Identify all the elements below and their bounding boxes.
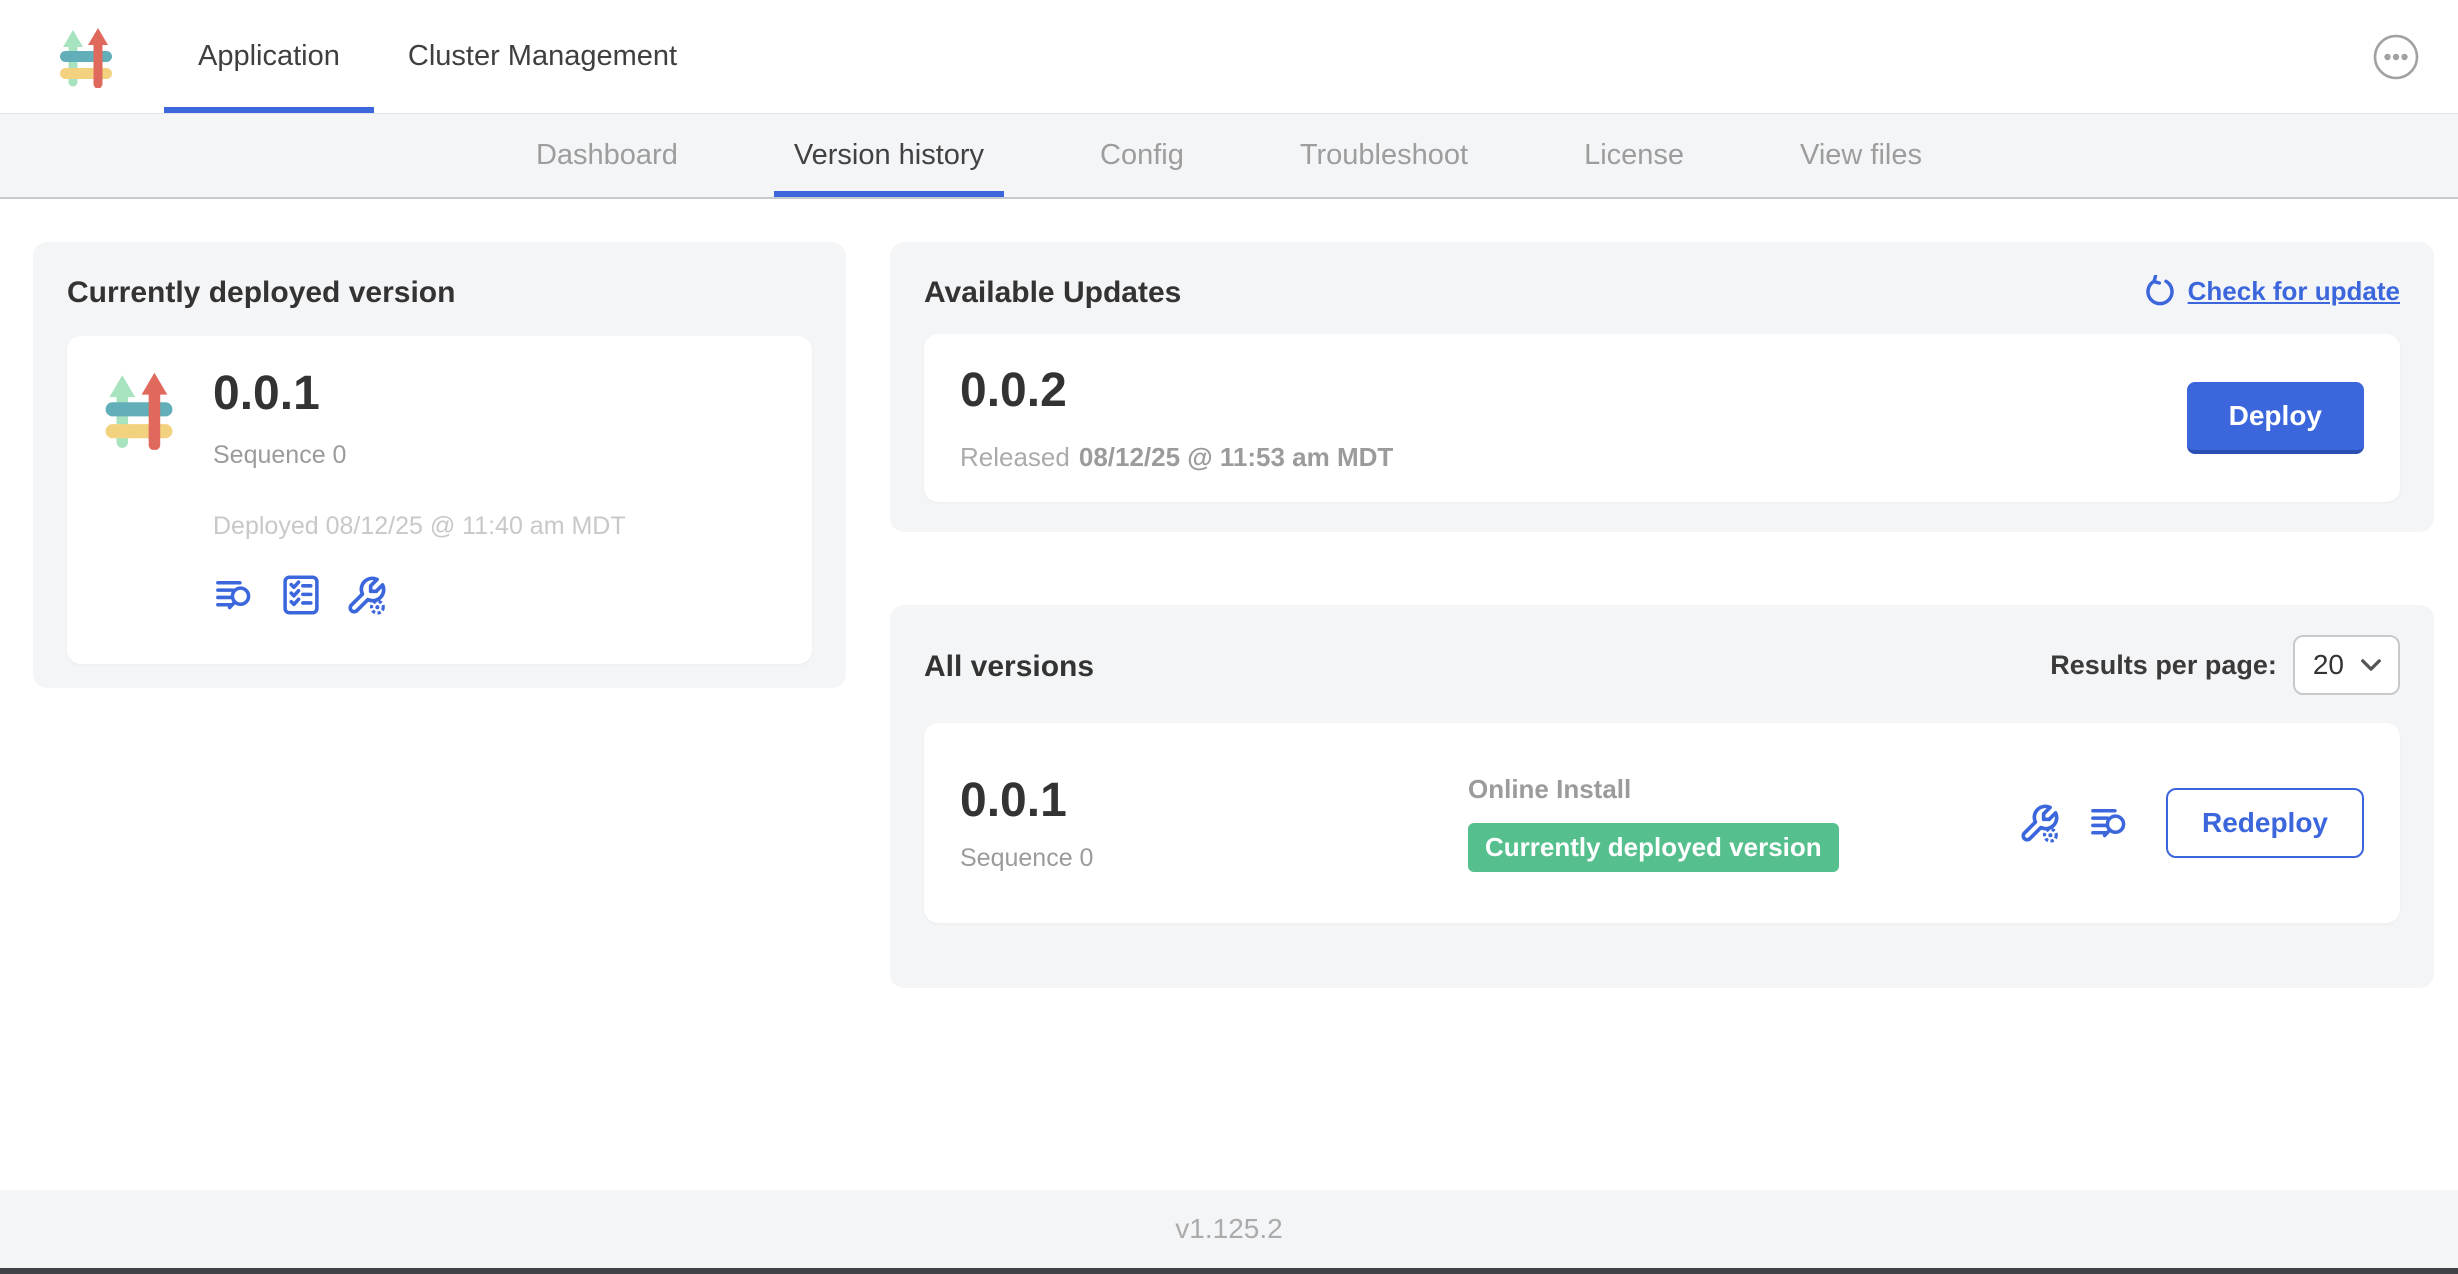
update-version-meta: 0.0.2 Released 08/12/25 @ 11:53 am MDT	[960, 363, 1393, 473]
results-per-page: Results per page: 20	[2050, 635, 2400, 695]
all-versions-header: All versions Results per page: 20	[924, 635, 2400, 695]
subtab-config[interactable]: Config	[1080, 114, 1204, 197]
update-version-number: 0.0.2	[960, 363, 1393, 418]
top-nav-tabs: Application Cluster Management	[164, 0, 711, 113]
subtab-troubleshoot-label: Troubleshoot	[1300, 139, 1468, 172]
subtab-license[interactable]: License	[1564, 114, 1704, 197]
check-for-update-label: Check for update	[2188, 276, 2400, 307]
all-versions-title: All versions	[924, 650, 1094, 684]
lines-magnifier-icon	[213, 573, 257, 617]
row-actions: Redeploy	[2018, 788, 2364, 858]
subtab-license-label: License	[1584, 139, 1684, 172]
main-content: Currently deployed version 0.0.1 Sequenc…	[0, 199, 2458, 1190]
bottom-strip	[0, 1268, 2458, 1274]
preflight-checks-button[interactable]	[279, 573, 323, 617]
row-install-meta: Online Install Currently deployed versio…	[1468, 774, 2018, 872]
redeploy-button[interactable]: Redeploy	[2166, 788, 2364, 858]
page-size-select[interactable]: 20	[2293, 635, 2400, 695]
kots-admin-console: Application Cluster Management Dashboard…	[0, 0, 2458, 1274]
deployed-timestamp: Deployed 08/12/25 @ 11:40 am MDT	[213, 512, 626, 541]
released-prefix: Released	[960, 442, 1070, 473]
console-version-label: v1.125.2	[1175, 1213, 1282, 1245]
release-notes-button[interactable]	[213, 573, 257, 617]
row-sequence: Sequence 0	[960, 844, 1468, 873]
install-type-label: Online Install	[1468, 774, 2018, 805]
top-nav: Application Cluster Management	[0, 0, 2458, 113]
app-version-logo-icon	[103, 370, 175, 450]
check-for-update-link[interactable]: Check for update	[2144, 275, 2400, 307]
currently-deployed-card: Currently deployed version 0.0.1 Sequenc…	[33, 242, 846, 688]
wrench-gear-icon	[345, 573, 389, 617]
row-version-number: 0.0.1	[960, 773, 1468, 828]
available-updates-title: Available Updates	[924, 276, 1181, 310]
tab-application-label: Application	[198, 40, 340, 73]
available-updates-header: Available Updates Check for update	[924, 272, 2400, 310]
available-updates-card: Available Updates Check for update 0.0.2…	[890, 242, 2434, 532]
tab-cluster-management[interactable]: Cluster Management	[374, 0, 711, 113]
deployed-version-panel: 0.0.1 Sequence 0 Deployed 08/12/25 @ 11:…	[67, 336, 812, 664]
subtab-config-label: Config	[1100, 139, 1184, 172]
all-versions-card: All versions Results per page: 20 0.0.1 …	[890, 605, 2434, 988]
footer-band: v1.125.2	[0, 1190, 2458, 1268]
deployed-sequence: Sequence 0	[213, 441, 626, 470]
update-row: 0.0.2 Released 08/12/25 @ 11:53 am MDT D…	[924, 334, 2400, 502]
released-timestamp: 08/12/25 @ 11:53 am MDT	[1079, 442, 1393, 473]
chevron-down-icon	[2360, 658, 2382, 672]
currently-deployed-title: Currently deployed version	[67, 276, 812, 310]
subtab-troubleshoot[interactable]: Troubleshoot	[1280, 114, 1488, 197]
update-released-line: Released 08/12/25 @ 11:53 am MDT	[960, 442, 1393, 473]
page-size-value: 20	[2313, 649, 2344, 681]
refresh-icon	[2144, 275, 2176, 307]
version-row: 0.0.1 Sequence 0 Online Install Currentl…	[924, 723, 2400, 923]
ellipsis-icon	[2372, 33, 2420, 81]
checklist-icon	[279, 573, 323, 617]
deployed-version-actions	[213, 573, 626, 617]
subtab-view-files-label: View files	[1800, 139, 1922, 172]
tab-application[interactable]: Application	[164, 0, 374, 113]
subtab-version-history[interactable]: Version history	[774, 114, 1004, 197]
footer: v1.125.2	[0, 1190, 2458, 1274]
edit-config-button[interactable]	[2018, 801, 2062, 845]
app-logo-icon	[58, 26, 114, 88]
subtab-dashboard[interactable]: Dashboard	[516, 114, 698, 197]
tab-cluster-management-label: Cluster Management	[408, 40, 677, 73]
subtab-version-history-label: Version history	[794, 139, 984, 172]
row-version-meta: 0.0.1 Sequence 0	[960, 773, 1468, 873]
subtab-dashboard-label: Dashboard	[536, 139, 678, 172]
deploy-button[interactable]: Deploy	[2187, 382, 2364, 454]
lines-magnifier-icon	[2088, 801, 2132, 845]
deployed-version-number: 0.0.1	[213, 366, 626, 421]
deployed-version-meta: 0.0.1 Sequence 0 Deployed 08/12/25 @ 11:…	[213, 366, 626, 634]
app-sub-nav: Dashboard Version history Config Trouble…	[0, 113, 2458, 199]
results-per-page-label: Results per page:	[2050, 650, 2277, 681]
ellipsis-menu-button[interactable]	[2372, 33, 2420, 81]
currently-deployed-badge: Currently deployed version	[1468, 823, 1839, 872]
wrench-gear-icon	[2018, 801, 2062, 845]
subtab-view-files[interactable]: View files	[1780, 114, 1942, 197]
edit-config-button[interactable]	[345, 573, 389, 617]
release-notes-button[interactable]	[2088, 801, 2132, 845]
